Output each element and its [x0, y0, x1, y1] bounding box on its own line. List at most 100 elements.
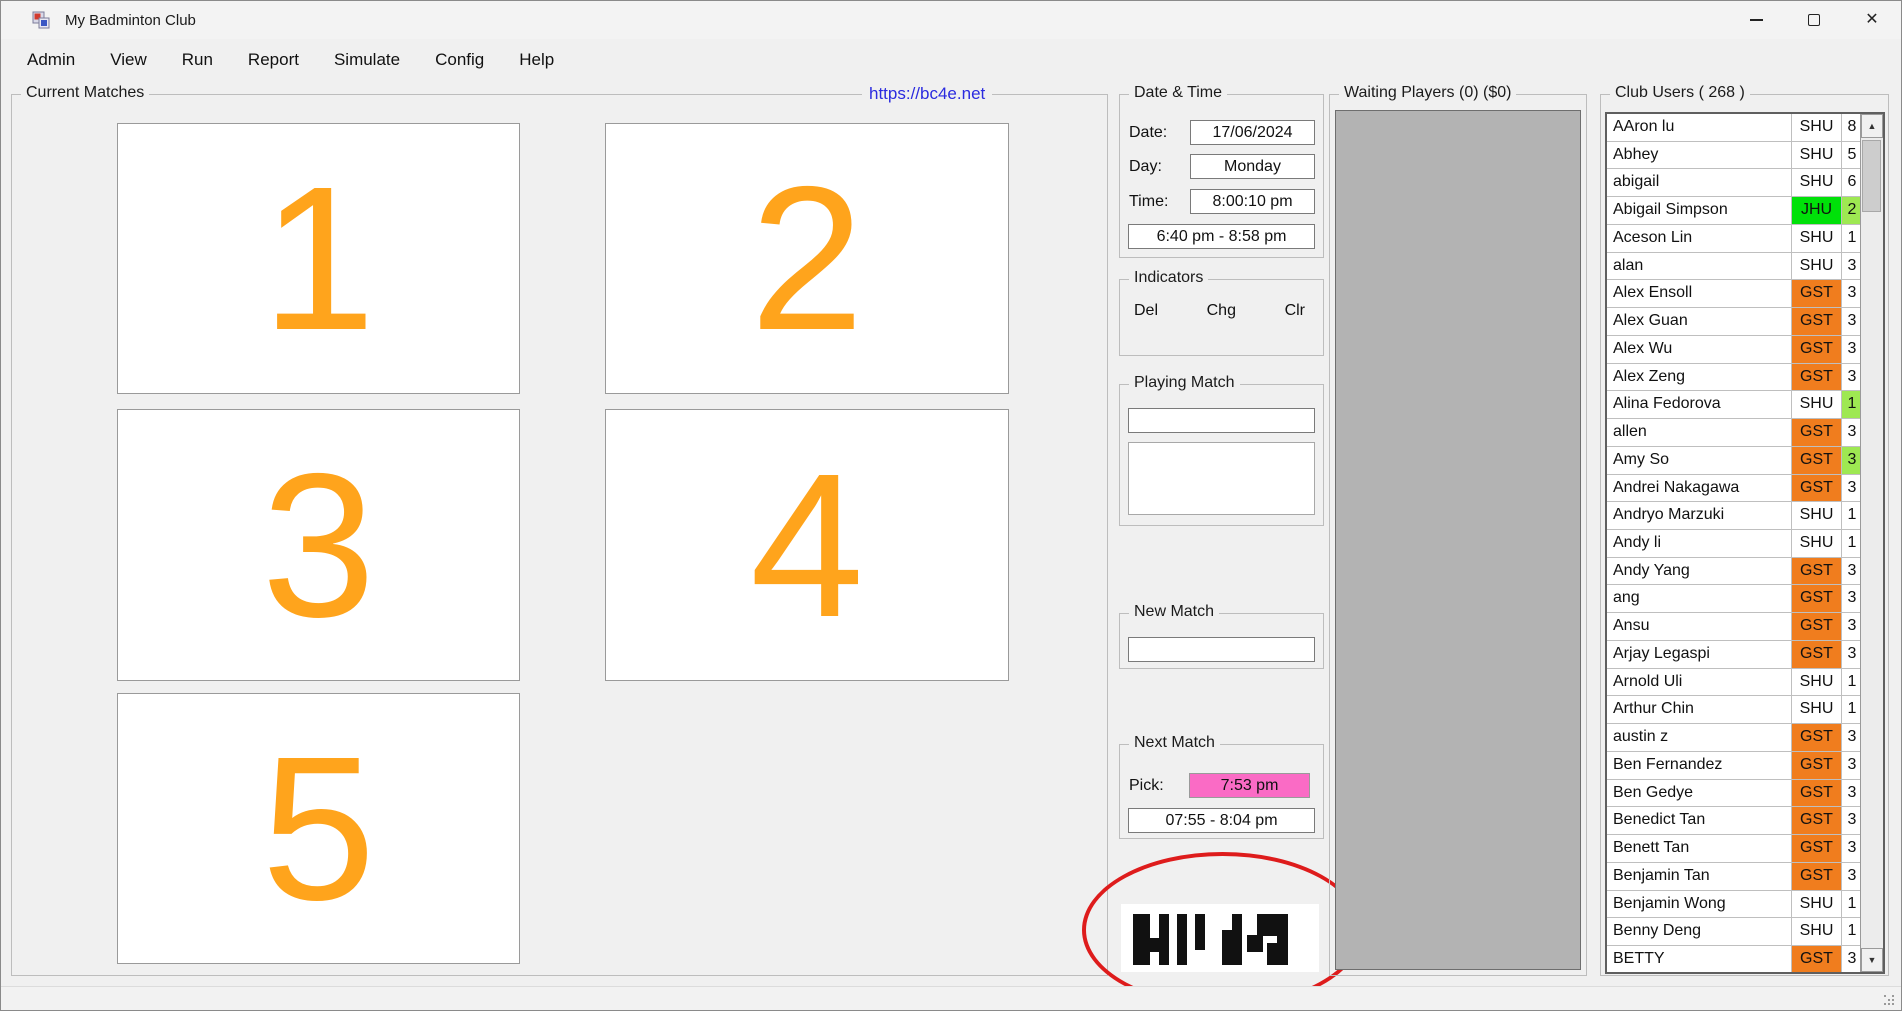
- court-panel-3[interactable]: 3: [117, 409, 520, 681]
- user-count: 3: [1841, 364, 1862, 391]
- user-count: 6: [1841, 169, 1862, 196]
- table-row[interactable]: Alex Zeng GST 3: [1607, 364, 1862, 392]
- table-row[interactable]: AAron lu SHU 8: [1607, 114, 1862, 142]
- user-code: GST: [1791, 364, 1841, 391]
- time-field[interactable]: 8:00:10 pm: [1190, 189, 1315, 214]
- close-icon: ✕: [1865, 12, 1878, 28]
- waiting-players-list[interactable]: [1335, 110, 1581, 970]
- user-count: 1: [1841, 391, 1862, 418]
- user-count: 3: [1841, 835, 1862, 862]
- user-count: 1: [1841, 502, 1862, 529]
- table-row[interactable]: abigail SHU 6: [1607, 169, 1862, 197]
- table-row[interactable]: austin z GST 3: [1607, 724, 1862, 752]
- table-row[interactable]: ang GST 3: [1607, 585, 1862, 613]
- menu-simulate[interactable]: Simulate: [334, 44, 417, 76]
- arrow-up-icon: ▲: [1868, 121, 1877, 131]
- user-code: GST: [1791, 863, 1841, 890]
- menu-help[interactable]: Help: [519, 44, 571, 76]
- user-code: SHU: [1791, 696, 1841, 723]
- minimize-button[interactable]: [1727, 1, 1785, 39]
- session-range-field[interactable]: 6:40 pm - 8:58 pm: [1128, 224, 1315, 249]
- table-row[interactable]: Alex Ensoll GST 3: [1607, 280, 1862, 308]
- table-row[interactable]: Andy li SHU 1: [1607, 530, 1862, 558]
- table-row[interactable]: Abigail Simpson JHU 2: [1607, 197, 1862, 225]
- table-row[interactable]: BETTY GST 3: [1607, 946, 1862, 974]
- user-name: Alex Zeng: [1607, 364, 1791, 391]
- resize-grip-icon[interactable]: [1884, 995, 1896, 1007]
- table-row[interactable]: Benjamin Tan GST 3: [1607, 863, 1862, 891]
- menu-report[interactable]: Report: [248, 44, 316, 76]
- day-field[interactable]: Monday: [1190, 154, 1315, 179]
- table-row[interactable]: Aceson Lin SHU 1: [1607, 225, 1862, 253]
- menu-config[interactable]: Config: [435, 44, 501, 76]
- scroll-down-button[interactable]: ▼: [1861, 948, 1883, 972]
- user-code: SHU: [1791, 891, 1841, 918]
- new-match-group: New Match: [1119, 613, 1324, 669]
- court-number: 3: [261, 443, 375, 648]
- next-match-window-field[interactable]: 07:55 - 8:04 pm: [1128, 808, 1315, 833]
- table-row[interactable]: Arjay Legaspi GST 3: [1607, 641, 1862, 669]
- user-name: Arthur Chin: [1607, 696, 1791, 723]
- menu-admin[interactable]: Admin: [27, 44, 92, 76]
- court-panel-4[interactable]: 4: [605, 409, 1009, 681]
- user-code: GST: [1791, 752, 1841, 779]
- menu-view[interactable]: View: [110, 44, 164, 76]
- user-name: Alex Wu: [1607, 336, 1791, 363]
- user-name: allen: [1607, 419, 1791, 446]
- user-name: Benjamin Tan: [1607, 863, 1791, 890]
- court-panel-5[interactable]: 5: [117, 693, 520, 964]
- playing-match-field[interactable]: [1128, 408, 1315, 433]
- table-row[interactable]: Amy So GST 3: [1607, 447, 1862, 475]
- user-name: Arnold Uli: [1607, 669, 1791, 696]
- indicator-chg: Chg: [1207, 302, 1236, 320]
- court-panel-1[interactable]: 1: [117, 123, 520, 394]
- table-row[interactable]: Abhey SHU 5: [1607, 142, 1862, 170]
- table-row[interactable]: Arthur Chin SHU 1: [1607, 696, 1862, 724]
- date-field[interactable]: 17/06/2024: [1190, 120, 1315, 145]
- court-panel-2[interactable]: 2: [605, 123, 1009, 394]
- table-row[interactable]: Alex Guan GST 3: [1607, 308, 1862, 336]
- table-row[interactable]: Andy Yang GST 3: [1607, 558, 1862, 586]
- menu-run[interactable]: Run: [182, 44, 230, 76]
- user-name: AAron lu: [1607, 114, 1791, 141]
- waiting-players-group: Waiting Players (0) ($0): [1329, 94, 1587, 976]
- site-link[interactable]: https://bc4e.net: [862, 84, 992, 104]
- table-row[interactable]: Andrei Nakagawa GST 3: [1607, 475, 1862, 503]
- table-row[interactable]: alan SHU 3: [1607, 253, 1862, 281]
- next-match-label: Next Match: [1129, 734, 1220, 752]
- table-row[interactable]: Benett Tan GST 3: [1607, 835, 1862, 863]
- new-match-field[interactable]: [1128, 637, 1315, 662]
- date-time-label: Date & Time: [1129, 84, 1227, 102]
- user-name: Benny Deng: [1607, 918, 1791, 945]
- time-label: Time:: [1129, 193, 1168, 211]
- playing-match-detail-box[interactable]: [1128, 442, 1315, 515]
- day-label: Day:: [1129, 158, 1162, 176]
- user-code: SHU: [1791, 142, 1841, 169]
- indicators-label: Indicators: [1129, 269, 1208, 287]
- current-matches-group: Current Matches https://bc4e.net 1 2 3 4…: [11, 94, 1108, 976]
- playing-match-group: Playing Match: [1119, 384, 1324, 526]
- table-row[interactable]: Benedict Tan GST 3: [1607, 807, 1862, 835]
- table-row[interactable]: Andryo Marzuki SHU 1: [1607, 502, 1862, 530]
- table-row[interactable]: Ansu GST 3: [1607, 613, 1862, 641]
- user-count: 3: [1841, 475, 1862, 502]
- table-row[interactable]: Alex Wu GST 3: [1607, 336, 1862, 364]
- scrollbar[interactable]: ▲ ▼: [1860, 114, 1883, 972]
- table-row[interactable]: Alina Fedorova SHU 1: [1607, 391, 1862, 419]
- close-button[interactable]: ✕: [1843, 1, 1901, 39]
- table-row[interactable]: Ben Fernandez GST 3: [1607, 752, 1862, 780]
- scroll-up-button[interactable]: ▲: [1861, 114, 1883, 138]
- user-name: Arjay Legaspi: [1607, 641, 1791, 668]
- maximize-button[interactable]: [1785, 1, 1843, 39]
- table-row[interactable]: Benjamin Wong SHU 1: [1607, 891, 1862, 919]
- user-name: Amy So: [1607, 447, 1791, 474]
- scroll-thumb[interactable]: [1862, 140, 1881, 212]
- table-row[interactable]: Arnold Uli SHU 1: [1607, 669, 1862, 697]
- arrow-down-icon: ▼: [1868, 955, 1877, 965]
- table-row[interactable]: allen GST 3: [1607, 419, 1862, 447]
- pick-time-field[interactable]: 7:53 pm: [1189, 773, 1310, 798]
- user-count: 5: [1841, 142, 1862, 169]
- table-row[interactable]: Ben Gedye GST 3: [1607, 780, 1862, 808]
- user-code: GST: [1791, 613, 1841, 640]
- table-row[interactable]: Benny Deng SHU 1: [1607, 918, 1862, 946]
